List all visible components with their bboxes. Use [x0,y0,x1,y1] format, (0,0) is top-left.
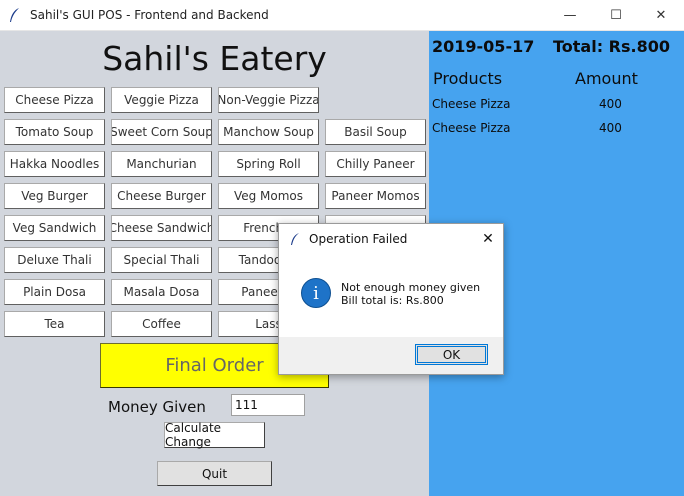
menu-button-plain-dosa[interactable]: Plain Dosa [4,279,105,305]
quit-button[interactable]: Quit [157,461,272,486]
menu-button-veg-sandwich[interactable]: Veg Sandwich [4,215,105,241]
menu-button-cheese-sandwich[interactable]: Cheese Sandwich [111,215,212,241]
bill-row-product: Cheese Pizza [432,121,511,135]
menu-button-veg-burger[interactable]: Veg Burger [4,183,105,209]
menu-button-basil-soup[interactable]: Basil Soup [325,119,426,145]
operation-failed-dialog: Operation Failed ✕ i Not enough money gi… [278,223,504,375]
amount-column-header: Amount [575,69,638,88]
menu-button-special-thali[interactable]: Special Thali [111,247,212,273]
dialog-message-line1: Not enough money given [341,281,481,294]
dialog-message-line2: Bill total is: Rs.800 [341,294,444,307]
menu-button-veg-momos[interactable]: Veg Momos [218,183,319,209]
ok-button[interactable]: OK [415,344,488,365]
bill-row-amount: 400 [599,121,622,135]
info-icon: i [301,278,331,308]
bill-row-product: Cheese Pizza [432,97,511,111]
menu-button-hakka-noodles[interactable]: Hakka Noodles [4,151,105,177]
bill-row-amount: 400 [599,97,622,111]
menu-button-chilly-paneer[interactable]: Chilly Paneer [325,151,426,177]
bill-total: Total: Rs.800 [553,37,670,56]
menu-button-manchow-soup[interactable]: Manchow Soup [218,119,319,145]
menu-button-coffee[interactable]: Coffee [111,311,212,337]
menu-button-masala-dosa[interactable]: Masala Dosa [111,279,212,305]
menu-button-paneer-momos[interactable]: Paneer Momos [325,183,426,209]
dialog-close-button[interactable]: ✕ [478,229,498,249]
dialog-titlebar: Operation Failed ✕ [279,224,503,254]
maximize-button[interactable]: ☐ [593,0,639,31]
menu-button-manchurian[interactable]: Manchurian [111,151,212,177]
money-given-input[interactable]: 111 [231,394,305,416]
menu-button-tea[interactable]: Tea [4,311,105,337]
money-given-label: Money Given [108,398,206,416]
feather-icon [10,8,19,22]
menu-button-cheese-burger[interactable]: Cheese Burger [111,183,212,209]
window-title: Sahil's GUI POS - Frontend and Backend [30,8,269,22]
menu-button-spring-roll[interactable]: Spring Roll [218,151,319,177]
menu-button-deluxe-thali[interactable]: Deluxe Thali [4,247,105,273]
dialog-title: Operation Failed [309,232,408,246]
feather-icon [291,233,299,245]
close-window-button[interactable]: ✕ [638,0,684,31]
minimize-button[interactable]: — [547,0,593,31]
menu-button-non-veggie-pizza[interactable]: Non-Veggie Pizza [218,87,319,113]
window-titlebar: Sahil's GUI POS - Frontend and Backend —… [0,0,684,31]
menu-button-veggie-pizza[interactable]: Veggie Pizza [111,87,212,113]
restaurant-heading: Sahil's Eatery [102,39,327,78]
bill-date: 2019-05-17 [432,37,535,56]
calculate-change-button[interactable]: Calculate Change [164,421,265,449]
dialog-body: i Not enough money given Bill total is: … [279,254,503,337]
menu-button-sweet-corn-soup[interactable]: Sweet Corn Soup [111,119,212,145]
products-column-header: Products [433,69,503,88]
menu-button-tomato-soup[interactable]: Tomato Soup [4,119,105,145]
menu-button-cheese-pizza[interactable]: Cheese Pizza [4,87,105,113]
